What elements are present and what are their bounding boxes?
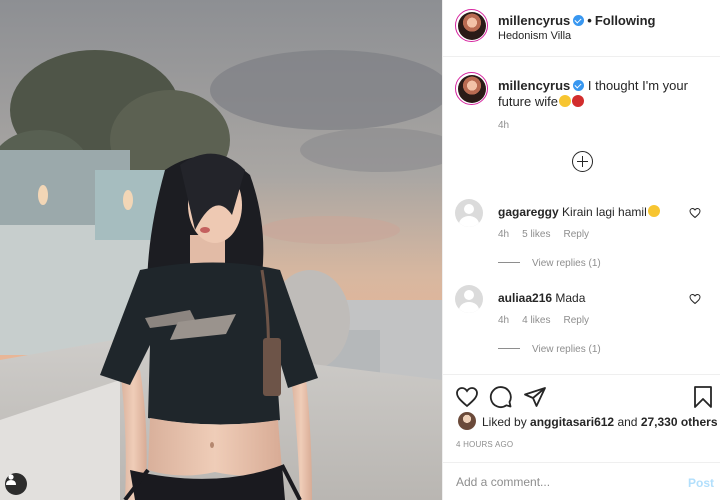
- tagged-people-button[interactable]: [5, 473, 27, 495]
- worried-face-emoji-icon: [558, 95, 571, 107]
- liked-by-and: and: [617, 415, 638, 429]
- view-replies-label: View replies (1): [532, 258, 601, 269]
- verified-badge-icon: [573, 80, 585, 91]
- comment-text: gagareggy Kirain lagi hamil: [498, 205, 660, 219]
- photo-image: [0, 0, 442, 500]
- liked-by-prefix: Liked by: [482, 415, 527, 429]
- liker-avatar[interactable]: [458, 412, 476, 430]
- comment-time[interactable]: 4h: [498, 229, 509, 240]
- author-avatar[interactable]: [455, 9, 488, 42]
- comment-username[interactable]: auliaa216: [498, 291, 552, 305]
- replies-divider-line: [498, 348, 520, 349]
- comment-bubble-icon[interactable]: [489, 385, 513, 409]
- following-button[interactable]: Following: [595, 13, 656, 28]
- comment-meta: 4h 5 likes Reply: [498, 229, 602, 240]
- commenter-avatar[interactable]: [455, 199, 483, 227]
- likes-count-others[interactable]: 27,330 others: [641, 415, 718, 429]
- view-replies-label: View replies (1): [532, 344, 601, 355]
- comment-body: Mada: [555, 291, 586, 305]
- post-header: millencyrus • Following Hedonism Villa: [443, 0, 720, 57]
- verified-badge-icon: [573, 15, 585, 26]
- post-photo[interactable]: [0, 0, 442, 500]
- save-bookmark-icon[interactable]: [693, 385, 713, 409]
- replies-divider-line: [498, 262, 520, 263]
- separator-dot: •: [587, 13, 592, 28]
- comment-username[interactable]: gagareggy: [498, 205, 559, 219]
- liked-by-summary: Liked by anggitasari612 and 27,330 other…: [482, 415, 718, 429]
- post-location[interactable]: Hedonism Villa: [498, 30, 571, 42]
- author-username[interactable]: millencyrus: [498, 13, 570, 28]
- post-side-panel: millencyrus • Following Hedonism Villa mil…: [442, 0, 720, 500]
- devil-face-emoji-icon: [571, 95, 584, 107]
- add-comment-bar: Post: [443, 462, 720, 500]
- caption-username[interactable]: millencyrus: [498, 78, 570, 93]
- comment-like-heart-icon[interactable]: [689, 207, 701, 219]
- add-comment-input[interactable]: [456, 475, 666, 489]
- comment-reply-button[interactable]: Reply: [563, 229, 589, 240]
- comment-reply-button[interactable]: Reply: [563, 315, 589, 326]
- like-heart-icon[interactable]: [455, 385, 479, 409]
- comment-likes[interactable]: 5 likes: [522, 229, 550, 240]
- post-comment-button[interactable]: Post: [688, 476, 714, 490]
- person-tag-icon: [6, 474, 16, 485]
- instagram-post: millencyrus • Following Hedonism Villa mil…: [0, 0, 720, 500]
- comment-meta: 4h 4 likes Reply: [498, 315, 602, 326]
- comment-like-heart-icon[interactable]: [689, 293, 701, 305]
- post-timestamp[interactable]: 4 HOURS AGO: [456, 440, 513, 449]
- header-username-row: millencyrus • Following: [498, 13, 655, 28]
- load-more-comments-plus-icon[interactable]: [572, 151, 593, 172]
- comment-time[interactable]: 4h: [498, 315, 509, 326]
- share-paper-plane-icon[interactable]: [523, 385, 547, 409]
- liked-by-username[interactable]: anggitasari612: [530, 415, 614, 429]
- caption-timestamp[interactable]: 4h: [498, 120, 509, 131]
- view-replies-button[interactable]: View replies (1): [498, 344, 601, 355]
- tired-face-emoji-icon: [647, 205, 660, 217]
- caption-avatar[interactable]: [455, 72, 488, 105]
- comment-likes[interactable]: 4 likes: [522, 315, 550, 326]
- caption-text: millencyrus I thought I'm your future wi…: [498, 78, 703, 110]
- comment-body: Kirain lagi hamil: [562, 205, 647, 219]
- comment-text: auliaa216 Mada: [498, 291, 585, 305]
- commenter-avatar[interactable]: [455, 285, 483, 313]
- view-replies-button[interactable]: View replies (1): [498, 258, 601, 269]
